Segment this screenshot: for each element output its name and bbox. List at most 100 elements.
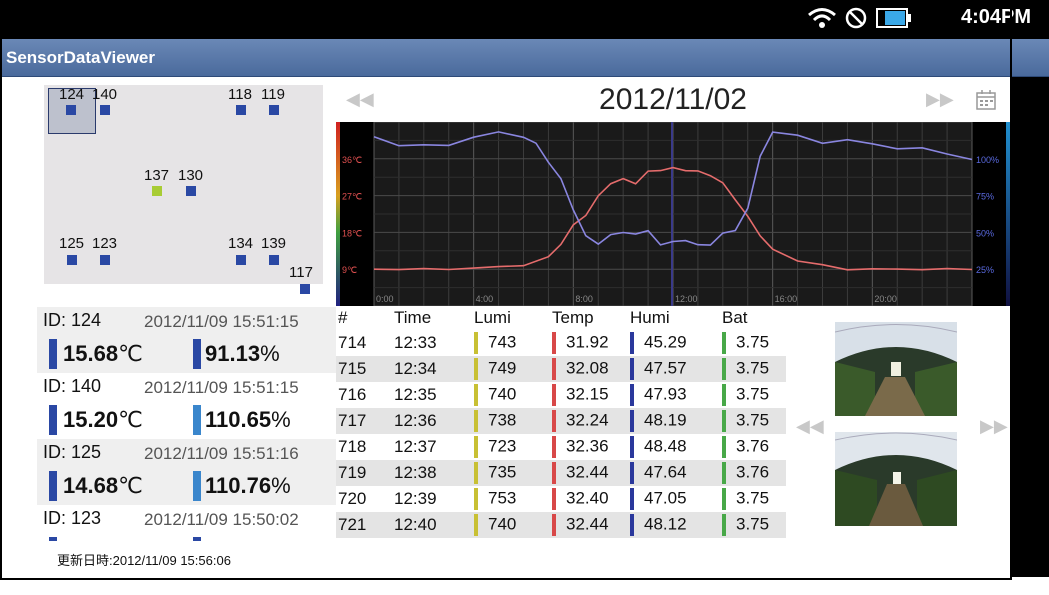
rewind-icon[interactable]: ◀◀ [346,89,374,110]
table-cell: 47.64 [628,460,720,486]
column-color-bar [630,332,634,354]
table-cell: 716 [336,382,392,408]
table-body: 714 12:33 743 31.92 45.29 3.75 715 12:34 749 32.0… [336,330,786,538]
sensor-chart[interactable]: 36℃ 27℃ 18℃ 9℃ 100% 75% 50% 25% 0:00 4:00 8:00 12:0… [336,121,1010,307]
table-cell: 48.19 [628,408,720,434]
column-color-bar [474,358,478,380]
table-cell: 32.08 [550,356,628,382]
sensor-node-124[interactable] [66,105,76,115]
table-row[interactable]: 717 12:36 738 32.24 48.19 3.75 [336,408,786,434]
sensor-node-125[interactable] [67,255,77,265]
column-color-bar [474,462,478,484]
sensor-card[interactable]: ID: 124 2012/11/09 15:51:15 15.68℃ 91.13… [37,307,336,373]
cell-value: 12:37 [394,437,437,456]
cell-value: 718 [338,437,367,456]
sensor-node-139[interactable] [269,255,279,265]
sensor-timestamp: 2012/11/09 15:51:16 [144,444,299,463]
column-header[interactable]: Lumi [472,306,550,330]
column-header[interactable]: Humi [628,306,720,330]
temperature-value: 15.20℃ [63,407,143,432]
sensor-node-label: 130 [178,167,204,184]
cell-value: 32.15 [566,384,609,404]
table-cell: 720 [336,486,392,512]
column-color-bar [552,514,556,536]
table-row[interactable]: 716 12:35 740 32.15 47.93 3.75 [336,382,786,408]
cell-value: 714 [338,333,367,352]
cell-value: 721 [338,515,367,534]
last-updated: 更新日時:2012/11/09 15:56:06 [37,541,336,577]
table-cell: 12:38 [392,460,472,486]
cell-value: 12:33 [394,333,437,352]
sensor-card[interactable]: ID: 125 2012/11/09 15:51:16 14.68℃ 110.7… [37,439,336,505]
column-header[interactable]: # [336,306,392,330]
last-updated-text: 更新日時:2012/11/09 15:56:06 [57,553,231,568]
sensor-node-118[interactable] [236,105,246,115]
fast-forward-icon[interactable]: ▶▶ [980,416,1008,437]
sensor-id: ID: 124 [43,310,102,330]
column-color-bar [474,488,478,510]
sensor-node-140[interactable] [100,105,110,115]
column-color-bar [474,436,478,458]
table-cell: 12:40 [392,512,472,538]
sensor-node-123[interactable] [100,255,110,265]
table-row[interactable]: 720 12:39 753 32.40 47.05 3.75 [336,486,786,512]
temperature-bar [49,405,57,435]
cell-value: 3.75 [736,384,770,404]
sensor-node-134[interactable] [236,255,246,265]
table-cell: 32.36 [550,434,628,460]
y-tick-label: 9℃ [342,265,357,275]
table-cell: 12:33 [392,330,472,356]
table-row[interactable]: 721 12:40 740 32.44 48.12 3.75 [336,512,786,538]
sensor-node-label: 123 [92,235,118,252]
greenhouse-photo[interactable] [835,432,957,526]
column-color-bar [552,436,556,458]
sensor-node-130[interactable] [186,186,196,196]
readings-table[interactable]: # Time Lumi Temp Humi Bat 714 12:33 743 31.92 45.… [336,306,786,546]
column-color-bar [722,410,726,432]
column-color-bar [722,462,726,484]
table-row[interactable]: 714 12:33 743 31.92 45.29 3.75 [336,330,786,356]
table-cell: 723 [472,434,550,460]
rewind-icon[interactable]: ◀◀ [796,416,824,437]
cell-value: 749 [488,358,517,378]
greenhouse-photo[interactable] [835,322,957,416]
table-cell: 45.29 [628,330,720,356]
wifi-icon [808,8,836,28]
x-tick-label: 12:00 [675,294,698,304]
sensor-node-137[interactable] [152,186,162,196]
column-color-bar [552,462,556,484]
cell-value: 720 [338,489,367,508]
column-color-bar [722,436,726,458]
column-header[interactable]: Temp [550,306,628,330]
table-cell: 753 [472,486,550,512]
sensor-list[interactable]: ID: 124 2012/11/09 15:51:15 15.68℃ 91.13… [37,307,336,577]
table-cell: 740 [472,382,550,408]
column-header[interactable]: Time [392,306,472,330]
table-cell: 3.75 [720,486,786,512]
cell-value: 716 [338,385,367,404]
table-cell: 47.93 [628,382,720,408]
column-color-bar [552,410,556,432]
table-row[interactable]: 718 12:37 723 32.36 48.48 3.76 [336,434,786,460]
fast-forward-icon[interactable]: ▶▶ [926,89,954,110]
table-row[interactable]: 715 12:34 749 32.08 47.57 3.75 [336,356,786,382]
sensor-id: ID: 125 [43,442,102,462]
humidity-bar [193,405,201,435]
sensor-card[interactable]: ID: 140 2012/11/09 15:51:15 15.20℃ 110.6… [37,373,336,439]
sensor-node-label: 117 [289,264,313,281]
table-cell: 718 [336,434,392,460]
sensor-node-label: 137 [144,167,170,184]
table-cell: 47.05 [628,486,720,512]
calendar-icon[interactable] [976,89,996,111]
app-title: SensorDataViewer [6,48,155,67]
column-header[interactable]: Bat [720,306,786,330]
sensor-node-label: 134 [228,235,254,252]
table-row[interactable]: 719 12:38 735 32.44 47.64 3.76 [336,460,786,486]
column-color-bar [630,358,634,380]
column-color-bar [552,384,556,406]
sensor-node-117[interactable] [300,284,310,294]
table-cell: 735 [472,460,550,486]
sensor-node-119[interactable] [269,105,279,115]
column-color-bar [474,514,478,536]
column-color-bar [630,462,634,484]
